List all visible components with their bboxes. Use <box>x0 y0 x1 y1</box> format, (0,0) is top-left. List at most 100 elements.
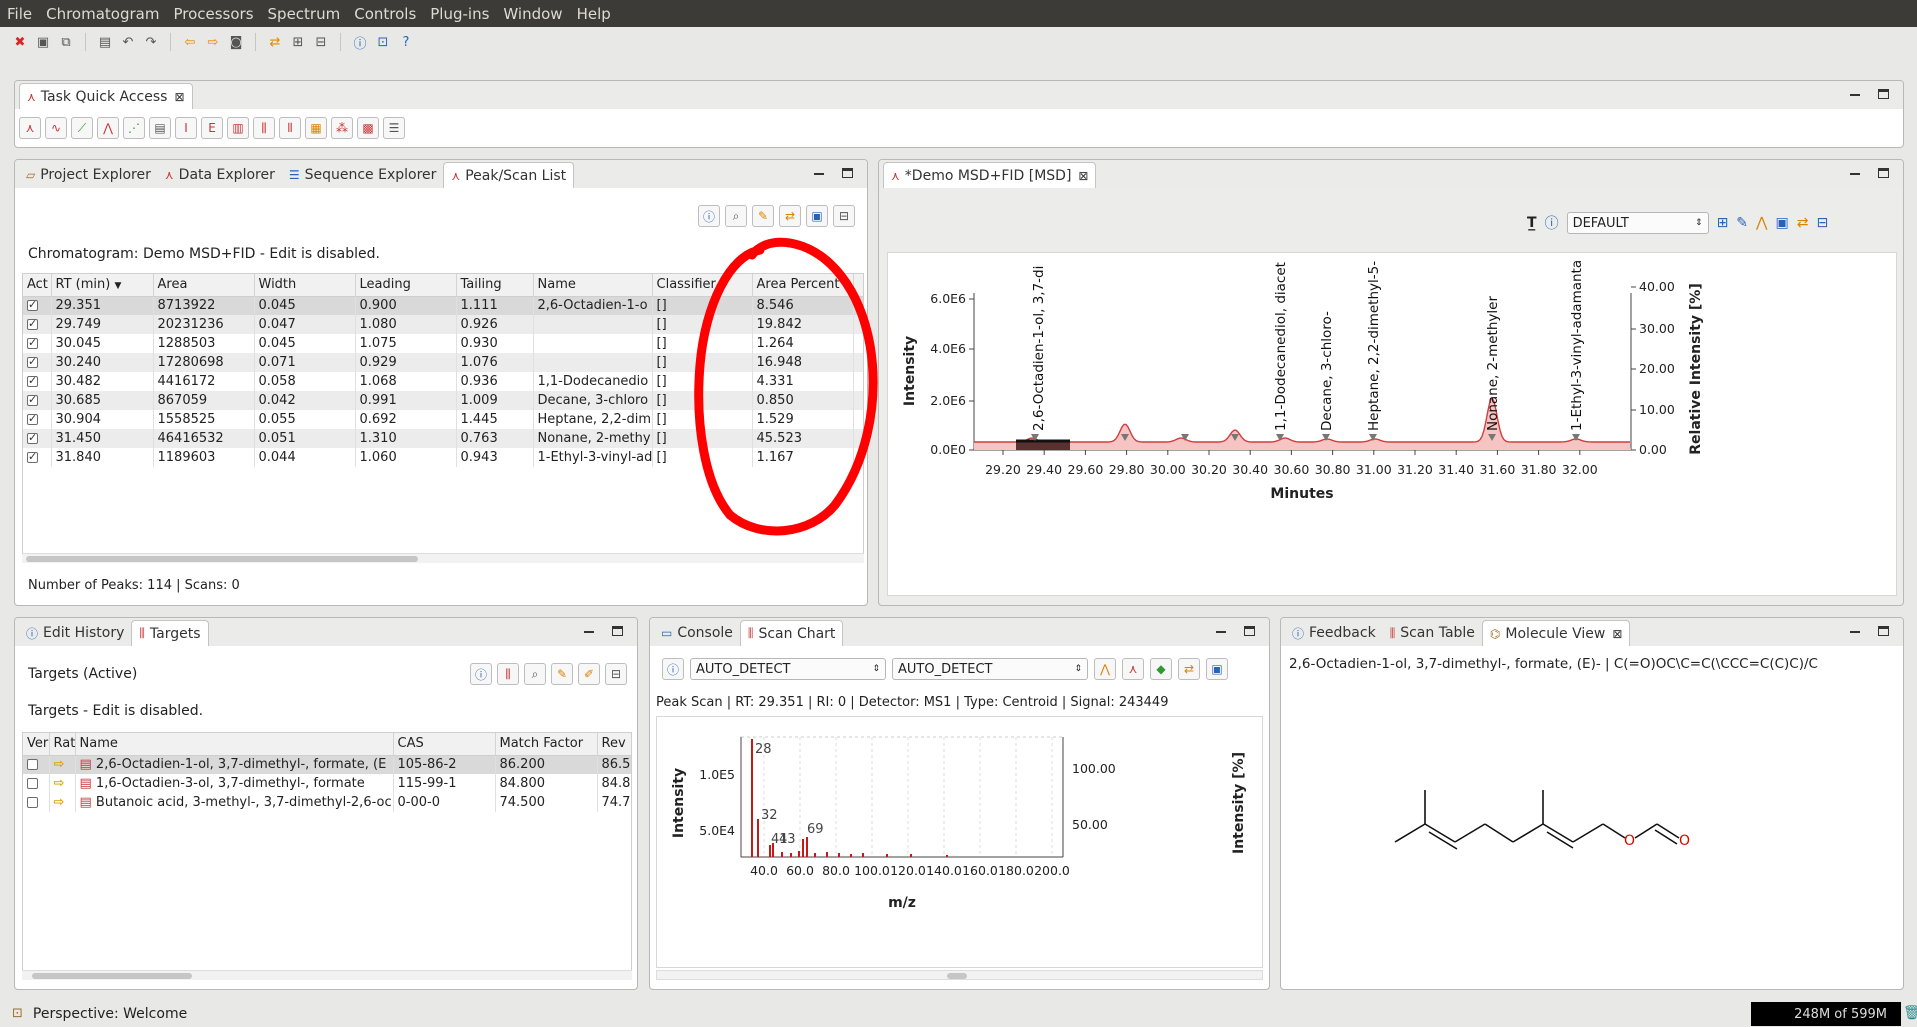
search-icon[interactable]: ⌕ <box>524 663 546 685</box>
column-header[interactable]: Tailing <box>456 274 534 297</box>
chromatogram-icon[interactable]: ⋏ <box>1122 658 1144 680</box>
column-header[interactable]: RT (min) ▼ <box>51 274 154 297</box>
tab-data-explorer[interactable]: ⋏ Data Explorer <box>158 162 282 188</box>
edit-icon[interactable]: E <box>201 117 223 139</box>
camera-icon[interactable]: ◙ <box>228 34 244 50</box>
edit-alt-icon[interactable]: ✐ <box>578 663 600 685</box>
heatmap-icon[interactable]: ▩ <box>357 117 379 139</box>
table-row[interactable]: ⇨ ▤ 2,6-Octadien-1-ol, 3,7-dimethyl-, for… <box>23 755 631 774</box>
export-icon[interactable]: ▣ <box>1206 658 1228 680</box>
menu-chromatogram[interactable]: Chromatogram <box>39 5 166 23</box>
info-icon[interactable]: ⓘ <box>470 663 492 685</box>
scan-mode-combo[interactable]: AUTO_DETECT ⇕ <box>690 658 886 680</box>
text-format-icon[interactable]: T̲ <box>1527 215 1537 231</box>
edit-icon[interactable]: ✎ <box>1736 215 1748 231</box>
table-row[interactable]: ⇨ ▤ 1,6-Octadien-3-ol, 3,7-dimethyl-, for… <box>23 774 631 793</box>
minimize-button[interactable] <box>1850 173 1860 175</box>
peak-icon[interactable]: ⋀ <box>97 117 119 139</box>
chromatogram-overview-icon[interactable]: ⋏ <box>19 117 41 139</box>
spectrum-icon[interactable]: ⫴ <box>279 117 301 139</box>
help-icon[interactable]: ? <box>398 34 414 50</box>
table-row[interactable]: 31.450464165320.0511.3100.763Nonane, 2-m… <box>23 429 863 448</box>
column-header[interactable]: Name <box>533 274 653 297</box>
menu-controls[interactable]: Controls <box>347 5 423 23</box>
column-header[interactable]: Ver <box>23 733 50 756</box>
maximize-button[interactable] <box>842 168 853 178</box>
scrollbar-thumb[interactable] <box>26 556 418 562</box>
tab-feedback[interactable]: ⓘ Feedback <box>1285 620 1383 646</box>
table-row[interactable]: 30.90415585250.0550.6921.445Heptane, 2,2… <box>23 410 863 429</box>
maximize-button[interactable] <box>1878 168 1889 178</box>
settings-icon[interactable]: ⊡ <box>375 34 391 50</box>
column-header[interactable]: Leading <box>355 274 457 297</box>
chart-settings-combo[interactable]: DEFAULT ⇕ <box>1566 212 1709 234</box>
save-as-icon[interactable]: ▤ <box>97 34 113 50</box>
edit-icon[interactable]: ✎ <box>752 205 774 227</box>
undo-icon[interactable]: ↶ <box>120 34 136 50</box>
table-row[interactable]: 30.6858670590.0420.9911.009Decane, 3-chl… <box>23 391 863 410</box>
info-icon[interactable]: ⓘ <box>352 34 368 52</box>
transfer-icon[interactable]: ⇄ <box>1797 215 1809 231</box>
list-icon[interactable]: ☰ <box>383 117 405 139</box>
maximize-button[interactable] <box>1878 626 1889 636</box>
tab-scan-table[interactable]: ⫼ Scan Table <box>1383 620 1482 646</box>
minimize-button[interactable] <box>1850 631 1860 633</box>
close-icon[interactable]: ✖ <box>12 34 28 50</box>
table-row[interactable]: 30.48244161720.0581.0680.9361,1-Dodecane… <box>23 372 863 391</box>
overlay-icon[interactable]: ∿ <box>45 117 67 139</box>
column-header[interactable]: Area Percent <box>752 274 854 297</box>
verified-checkbox[interactable] <box>27 759 38 771</box>
column-header[interactable]: Rat <box>49 733 76 756</box>
tab-edit-history[interactable]: ⓘ Edit History <box>19 620 131 646</box>
active-checkbox[interactable] <box>27 317 38 330</box>
table-row[interactable]: 30.04512885030.0451.0750.930 []1.264 <box>23 334 863 353</box>
tab-demo-chromatogram[interactable]: ⋏ *Demo MSD+FID [MSD] ⊠ <box>883 162 1097 188</box>
edit-icon[interactable]: ✎ <box>551 663 573 685</box>
verified-checkbox[interactable] <box>27 797 38 808</box>
maximize-button[interactable] <box>1244 626 1255 636</box>
horizontal-scrollbar[interactable] <box>22 970 632 980</box>
menu-file[interactable]: File <box>0 5 39 23</box>
active-checkbox[interactable] <box>27 431 38 444</box>
active-checkbox[interactable] <box>27 450 38 463</box>
table-row[interactable]: 29.35187139220.0450.9001.1112,6-Octadien… <box>23 296 863 315</box>
tab-targets[interactable]: ⫼ Targets <box>131 620 209 646</box>
scrollbar-thumb[interactable] <box>947 973 967 979</box>
table-row[interactable]: 30.240172806980.0710.9291.076 []16.948 <box>23 353 863 372</box>
menu-processors[interactable]: Processors <box>166 5 260 23</box>
active-checkbox[interactable] <box>27 393 38 406</box>
identifier-icon[interactable]: I <box>175 117 197 139</box>
column-header[interactable]: Name <box>75 733 394 756</box>
back-arrow-icon[interactable]: ⇦ <box>182 34 198 50</box>
active-checkbox[interactable] <box>27 355 38 368</box>
redo-icon[interactable]: ↷ <box>143 34 159 50</box>
info-icon[interactable]: ⓘ <box>698 205 720 227</box>
trash-icon[interactable]: 🗑 <box>1903 1005 1917 1021</box>
horizontal-scrollbar[interactable] <box>656 970 1263 980</box>
tab-sequence-explorer[interactable]: ☰ Sequence Explorer <box>282 162 444 188</box>
column-header[interactable]: CAS <box>393 733 496 756</box>
scan-chart-icon[interactable]: ⫼ <box>253 117 275 139</box>
column-header[interactable]: Classifier <box>652 274 753 297</box>
tab-task-quick-access[interactable]: ⋏ Task Quick Access ⊠ <box>19 83 193 109</box>
menu-plug-ins[interactable]: Plug-ins <box>423 5 496 23</box>
settings-icon[interactable]: ⊟ <box>605 663 627 685</box>
column-header[interactable]: Width <box>254 274 356 297</box>
new-window-icon[interactable]: ⊞ <box>290 34 306 50</box>
horizontal-scrollbar[interactable] <box>22 553 864 563</box>
maximize-button[interactable] <box>612 626 623 636</box>
baseline-icon[interactable]: ⟋ <box>71 117 93 139</box>
search-icon[interactable]: ⌕ <box>725 205 747 227</box>
scan-type-combo[interactable]: AUTO_DETECT ⇕ <box>892 658 1088 680</box>
subtract-icon[interactable]: ▦ <box>305 117 327 139</box>
info-icon[interactable]: ⓘ <box>1545 213 1559 233</box>
tab-console[interactable]: ▭ Console <box>654 620 740 646</box>
tab-scan-chart[interactable]: ⫼ Scan Chart <box>739 620 844 646</box>
menu-window[interactable]: Window <box>496 5 569 23</box>
bar-chart-icon[interactable]: ▥ <box>227 117 249 139</box>
transfer-icon[interactable]: ⇄ <box>779 205 801 227</box>
menu-spectrum[interactable]: Spectrum <box>261 5 348 23</box>
active-checkbox[interactable] <box>27 412 38 425</box>
info-icon[interactable]: ⓘ <box>662 658 684 680</box>
add-icon[interactable]: ⊞ <box>1717 215 1729 231</box>
